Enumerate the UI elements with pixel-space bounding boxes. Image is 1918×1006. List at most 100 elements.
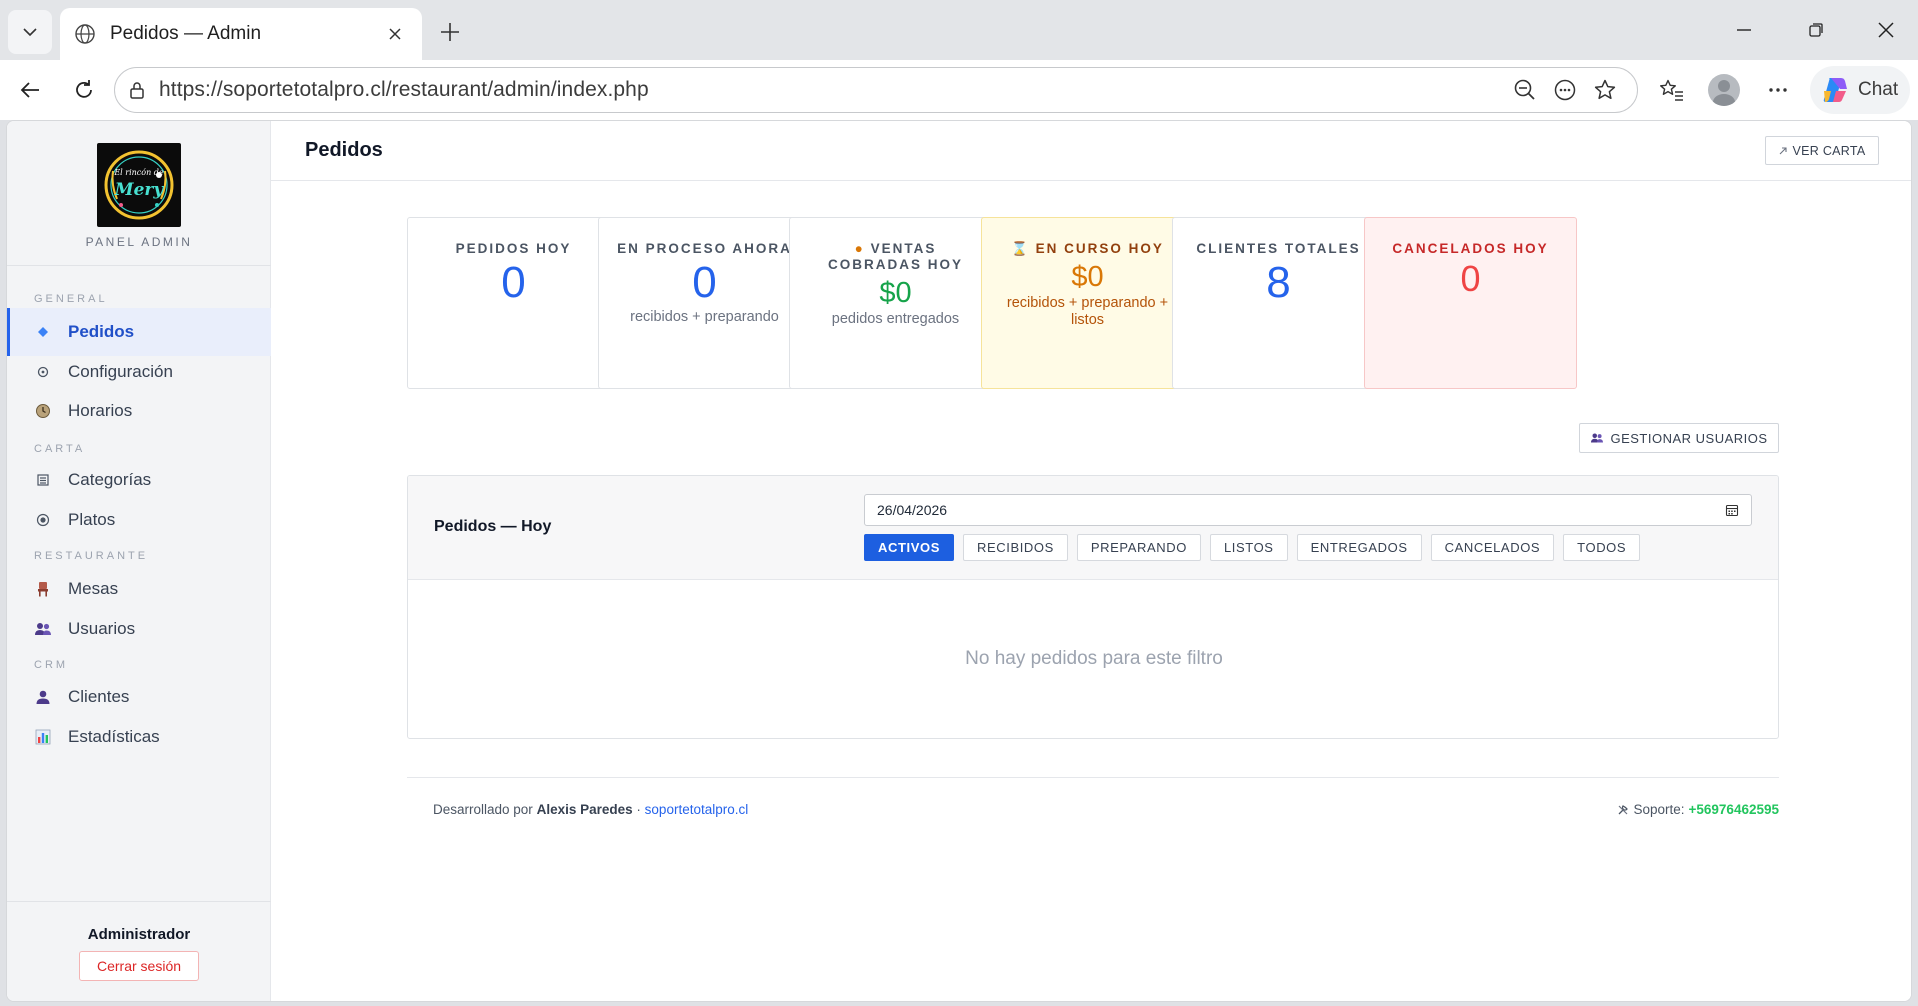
list-icon <box>34 471 52 489</box>
panel-label: PANEL ADMIN <box>85 235 193 249</box>
stat-subtext: pedidos entregados <box>831 311 960 327</box>
hourglass-icon: ⌛ <box>1011 241 1030 256</box>
filter-cancelados[interactable]: CANCELADOS <box>1430 534 1555 561</box>
stat-value: 0 <box>1460 258 1481 299</box>
users-icon <box>1591 433 1604 443</box>
external-link-icon <box>1780 146 1788 154</box>
browser-tab[interactable]: Pedidos — Admin <box>60 8 422 60</box>
sidebar-item-horarios[interactable]: Horarios <box>7 387 271 435</box>
bar-chart-icon <box>34 728 52 746</box>
record-icon <box>34 511 52 529</box>
settings-menu-button[interactable] <box>1758 72 1798 108</box>
chevron-down-icon <box>23 28 37 37</box>
page-title: Pedidos <box>305 139 383 161</box>
calendar-icon[interactable] <box>1725 503 1739 517</box>
logo-image: El rincón de Mery <box>104 150 174 220</box>
footer-dev-prefix: Desarrollado por <box>433 802 533 817</box>
zoom-button[interactable] <box>1505 70 1545 110</box>
orders-panel: Pedidos — Hoy 26/04/2026 ACTIVOS RECIBID… <box>407 475 1779 739</box>
chair-icon <box>34 580 52 598</box>
stat-value: $0 <box>879 277 912 309</box>
sidebar-item-label: Estadísticas <box>68 727 160 746</box>
page-menu-button[interactable] <box>1545 70 1585 110</box>
stat-value: 8 <box>1266 258 1291 307</box>
sidebar-divider <box>7 901 271 902</box>
filter-listos[interactable]: LISTOS <box>1209 534 1288 561</box>
filter-todos[interactable]: TODOS <box>1563 534 1641 561</box>
stat-card-ventas: ● VENTAS COBRADAS HOY $0 pedidos entrega… <box>789 217 1002 389</box>
sidebar-item-label: Mesas <box>68 579 119 598</box>
close-window-button[interactable] <box>1858 8 1914 52</box>
sidebar-item-label: Usuarios <box>68 619 136 638</box>
sidebar-item-label: Configuración <box>68 362 173 381</box>
stat-label-text: VENTAS COBRADAS HOY <box>827 241 963 272</box>
avatar <box>1708 74 1740 106</box>
copilot-chat-button[interactable]: Chat <box>1810 66 1910 114</box>
footer-support: Soporte: +56976462595 <box>1617 802 1779 817</box>
admin-name: Administrador <box>87 926 191 943</box>
sidebar-group-crm: CRM <box>34 659 69 671</box>
restore-button[interactable] <box>1788 8 1844 52</box>
stat-label: CLIENTES TOTALES <box>1196 241 1361 256</box>
sidebar-item-usuarios[interactable]: Usuarios <box>7 605 271 653</box>
sidebar-divider <box>7 265 271 266</box>
sidebar-item-label: Pedidos <box>68 322 135 341</box>
gestionar-usuarios-label: GESTIONAR USUARIOS <box>1610 430 1768 446</box>
restaurant-logo[interactable]: El rincón de Mery <box>97 143 181 227</box>
minimize-button[interactable] <box>1716 8 1772 52</box>
empty-state-message: No hay pedidos para este filtro <box>965 648 1223 669</box>
favorite-button[interactable] <box>1585 70 1625 110</box>
stat-label: ⌛ EN CURSO HOY <box>982 241 1193 257</box>
sidebar-group-carta: CARTA <box>34 443 86 455</box>
favorites-list-icon <box>1660 79 1683 101</box>
users-icon <box>34 620 52 638</box>
sidebar-item-platos[interactable]: Platos <box>7 496 271 544</box>
browser-tab-bar: Pedidos — Admin <box>0 0 1918 60</box>
sidebar-item-label: Categorías <box>68 470 152 489</box>
status-filters: ACTIVOS RECIBIDOS PREPARANDO LISTOS ENTR… <box>864 534 1641 561</box>
new-tab-button[interactable] <box>432 14 468 50</box>
zoom-out-icon <box>1514 79 1535 100</box>
back-button[interactable] <box>12 72 48 108</box>
lock-icon <box>130 82 144 99</box>
ver-carta-button[interactable]: VER CARTA <box>1765 136 1879 165</box>
footer-support-phone[interactable]: +56976462595 <box>1689 802 1779 817</box>
orders-panel-header: Pedidos — Hoy 26/04/2026 ACTIVOS RECIBID… <box>408 476 1778 580</box>
stat-card-en-proceso: EN PROCESO AHORA 0 recibidos + preparand… <box>598 217 811 389</box>
filter-activos[interactable]: ACTIVOS <box>864 534 954 561</box>
stat-subtext: recibidos + preparando <box>630 309 779 325</box>
sidebar-item-label: Horarios <box>68 401 133 420</box>
filter-recibidos[interactable]: RECIBIDOS <box>962 534 1068 561</box>
date-input[interactable]: 26/04/2026 <box>864 494 1752 526</box>
money-bag-icon: ● <box>854 241 865 256</box>
sidebar-item-estadisticas[interactable]: Estadísticas <box>7 713 271 761</box>
filter-preparando[interactable]: PREPARANDO <box>1076 534 1201 561</box>
footer-separator: · <box>636 802 641 817</box>
favorites-button[interactable] <box>1652 72 1692 108</box>
footer-dev-name: Alexis Paredes <box>536 802 633 817</box>
reload-button[interactable] <box>66 72 102 108</box>
footer-dev-link[interactable]: soportetotalpro.cl <box>645 802 749 817</box>
logout-button[interactable]: Cerrar sesión <box>79 951 199 981</box>
tools-icon <box>1619 804 1629 814</box>
globe-icon <box>75 24 95 44</box>
reload-icon <box>76 80 92 98</box>
sidebar-group-general: GENERAL <box>34 293 108 305</box>
star-icon <box>1594 79 1616 100</box>
tab-list-button[interactable] <box>8 10 52 54</box>
tab-close-button[interactable] <box>382 21 408 47</box>
more-circle-icon <box>1554 79 1576 101</box>
stat-card-en-curso: ⌛ EN CURSO HOY $0 recibidos + preparando… <box>981 217 1194 389</box>
stat-card-clientes: CLIENTES TOTALES 8 <box>1172 217 1385 389</box>
more-horizontal-icon <box>1769 88 1787 92</box>
profile-button[interactable] <box>1704 72 1744 108</box>
gear-icon <box>34 363 52 381</box>
clock-icon <box>34 402 52 420</box>
user-icon <box>34 688 52 706</box>
stat-label-text: EN CURSO HOY <box>1035 241 1164 256</box>
address-bar[interactable]: https://soportetotalpro.cl/restaurant/ad… <box>114 67 1638 113</box>
stat-label: CANCELADOS HOY <box>1392 241 1549 256</box>
footer-support-label: Soporte: <box>1633 802 1685 817</box>
gestionar-usuarios-button[interactable]: GESTIONAR USUARIOS <box>1579 423 1779 453</box>
filter-entregados[interactable]: ENTREGADOS <box>1296 534 1422 561</box>
